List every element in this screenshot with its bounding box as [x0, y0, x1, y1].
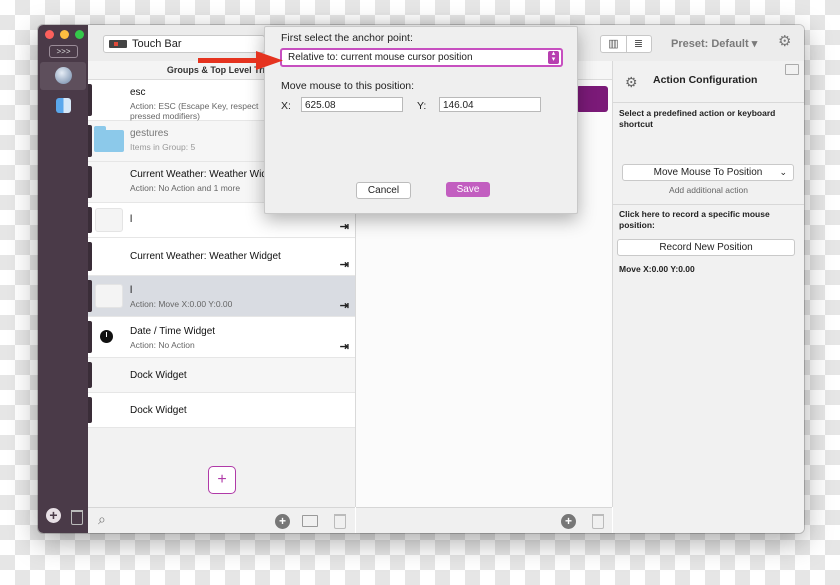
- delete-action-icon[interactable]: [592, 514, 604, 529]
- item-title: Current Weather: Weather Widget: [130, 251, 281, 262]
- item-title: Date / Time Widget: [130, 326, 216, 337]
- add-additional-action-link[interactable]: Add additional action: [613, 185, 804, 195]
- move-icon: ⇥: [339, 221, 349, 233]
- y-coordinate-field[interactable]: 146.04: [439, 97, 541, 112]
- item-action: Action: No Action and 1 more: [130, 183, 241, 193]
- item-title: l: [130, 285, 133, 296]
- touchbar-thumbnail-icon: [109, 40, 127, 48]
- item-action: Action: ESC (Escape Key, respect: [130, 101, 259, 111]
- item-title: esc: [130, 87, 146, 98]
- gear-icon: ⚙: [625, 74, 638, 90]
- move-icon: ⇥: [339, 300, 349, 312]
- row-handle: [88, 166, 92, 198]
- row-handle: [88, 125, 92, 157]
- list-item[interactable]: Current Weather: Weather Widget ⇥: [88, 238, 355, 276]
- item-action: Action: Move X:0.00 Y:0.00: [130, 299, 233, 309]
- list-view-icon[interactable]: ≣: [626, 36, 651, 52]
- panel-title: Action Configuration: [653, 74, 758, 86]
- move-position-label: Move mouse to this position:: [281, 80, 415, 92]
- strip-item-finder[interactable]: [40, 93, 86, 121]
- record-position-label: Click here to record a specific mouse po…: [619, 209, 770, 230]
- move-mouse-dialog: First select the anchor point: Relative …: [264, 26, 578, 214]
- selected-trigger-bar[interactable]: [576, 86, 608, 112]
- detach-window-icon[interactable]: [785, 64, 799, 75]
- anchor-point-value: Relative to: current mouse cursor positi…: [288, 52, 473, 63]
- record-new-position-button[interactable]: Record New Position: [617, 239, 795, 256]
- add-action-icon[interactable]: +: [561, 514, 576, 529]
- chevron-down-icon: ⌄: [779, 167, 787, 177]
- anchor-point-select[interactable]: Relative to: current mouse cursor positi…: [280, 48, 563, 67]
- touchbar-select-label: Touch Bar: [132, 38, 182, 50]
- list-item[interactable]: Dock Widget: [88, 358, 355, 393]
- item-title: gestures: [130, 128, 169, 139]
- predefined-action-select[interactable]: Move Mouse To Position ⌄: [622, 164, 794, 181]
- item-title: Current Weather: Weather Wid: [130, 169, 267, 180]
- item-title: l: [130, 214, 133, 225]
- move-position-readout: Move X:0.00 Y:0.00: [619, 264, 695, 274]
- clock-icon: [100, 330, 113, 343]
- predefined-action-label: Select a predefined action or keyboard s…: [619, 108, 776, 129]
- add-item-icon[interactable]: +: [275, 514, 290, 529]
- new-folder-icon[interactable]: [302, 515, 318, 527]
- list-item-selected[interactable]: l Action: Move X:0.00 Y:0.00 ⇥: [88, 276, 355, 317]
- move-icon: ⇥: [339, 259, 349, 271]
- annotation-arrow-icon: [198, 51, 283, 70]
- action-configuration-panel: ⚙ Action Configuration Select a predefin…: [613, 61, 804, 533]
- add-app-icon[interactable]: +: [46, 508, 61, 523]
- x-label: X:: [281, 100, 291, 112]
- cancel-button[interactable]: Cancel: [356, 182, 411, 199]
- select-stepper-icon: ▴ ▾: [548, 50, 559, 64]
- search-icon[interactable]: ⌕: [98, 511, 106, 528]
- minimize-window-button[interactable]: [60, 30, 69, 39]
- row-handle: [88, 362, 92, 388]
- gear-icon[interactable]: ⚙: [778, 32, 791, 50]
- row-handle: [88, 242, 92, 271]
- row-handle: [88, 321, 92, 353]
- item-thumbnail: [95, 284, 123, 308]
- strip-item-touchbar[interactable]: [40, 62, 86, 90]
- zoom-window-button[interactable]: [75, 30, 84, 39]
- expand-sidebar-button[interactable]: >>>: [49, 45, 78, 58]
- row-handle: [88, 280, 92, 312]
- item-action-detail: pressed modifiers): [130, 111, 200, 121]
- row-handle: [88, 397, 92, 423]
- close-window-button[interactable]: [45, 30, 54, 39]
- row-handle: [88, 207, 92, 233]
- list-item[interactable]: Date / Time Widget Action: No Action ⇥: [88, 317, 355, 358]
- preset-label: Preset: Default: [671, 38, 749, 50]
- preset-select[interactable]: Preset: Default ▾: [671, 37, 757, 50]
- x-coordinate-field[interactable]: 625.08: [301, 97, 403, 112]
- chevron-down-icon: ▾: [751, 38, 758, 50]
- middle-footer: +: [356, 507, 612, 533]
- save-button[interactable]: Save: [446, 182, 490, 197]
- item-count: Items in Group: 5: [130, 142, 196, 152]
- delete-app-icon[interactable]: [71, 510, 83, 525]
- divider: [613, 102, 804, 103]
- finder-icon: [56, 98, 71, 113]
- move-icon: ⇥: [339, 341, 349, 353]
- globe-icon: [55, 67, 72, 84]
- view-toggle[interactable]: ▥ ≣: [600, 35, 652, 53]
- groups-footer: ⌕ +: [88, 507, 355, 533]
- item-thumbnail: [95, 208, 123, 232]
- delete-item-icon[interactable]: [334, 514, 346, 529]
- predefined-action-value: Move Mouse To Position: [653, 167, 763, 178]
- add-trigger-button[interactable]: +: [208, 466, 236, 494]
- item-title: Dock Widget: [130, 405, 187, 416]
- row-handle: [88, 84, 92, 116]
- folder-icon: [94, 126, 124, 152]
- item-action: Action: No Action: [130, 340, 195, 350]
- app-sidebar-strip: >>> +: [38, 25, 88, 533]
- divider: [613, 204, 804, 205]
- columns-view-icon[interactable]: ▥: [601, 36, 627, 52]
- item-title: Dock Widget: [130, 370, 187, 381]
- list-item[interactable]: Dock Widget: [88, 393, 355, 428]
- y-label: Y:: [417, 100, 427, 112]
- anchor-point-label: First select the anchor point:: [281, 32, 413, 44]
